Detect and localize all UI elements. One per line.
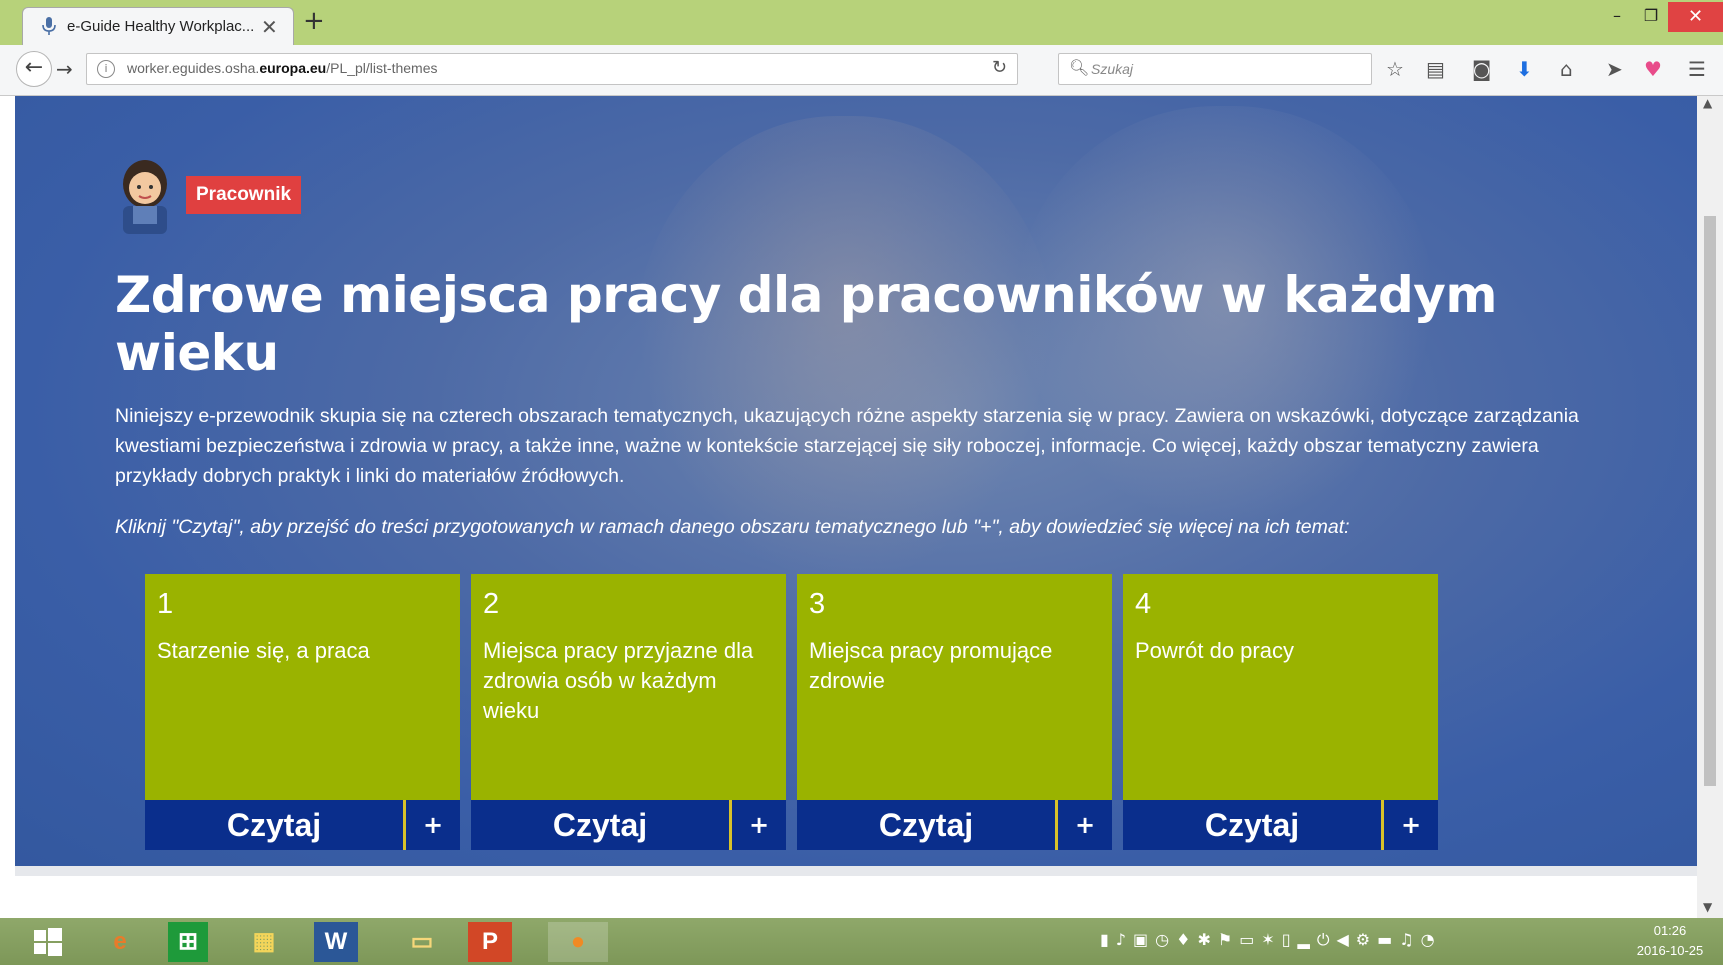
theme-title: Miejsca pracy promujące zdrowie bbox=[809, 638, 1053, 693]
instruction-text: Kliknij "Czytaj", aby przejść do treści … bbox=[115, 516, 1350, 538]
role-badge: Pracownik bbox=[186, 176, 302, 214]
firefox-icon[interactable]: ● bbox=[548, 922, 608, 962]
theme-title: Miejsca pracy przyjazne dla zdrowia osób… bbox=[483, 638, 754, 723]
clock-date: 2016-10-25 bbox=[1636, 943, 1704, 958]
restore-icon[interactable]: ❐ bbox=[1634, 6, 1668, 34]
reload-icon[interactable]: ↻ bbox=[992, 57, 1007, 78]
page-title: Zdrowe miejsca pracy dla pracowników w k… bbox=[115, 266, 1497, 382]
theme-card-3: 3 Miejsca pracy promujące zdrowie Czytaj… bbox=[797, 574, 1112, 850]
search-field[interactable]: 🔍︎ Szukaj bbox=[1058, 53, 1372, 85]
back-arrow-icon[interactable]: ← bbox=[16, 51, 52, 87]
theme-card-body: 3 Miejsca pracy promujące zdrowie bbox=[797, 574, 1112, 800]
theme-card-body: 1 Starzenie się, a praca bbox=[145, 574, 460, 800]
read-button-3[interactable]: Czytaj bbox=[797, 800, 1058, 850]
theme-number: 3 bbox=[809, 588, 826, 620]
send-icon[interactable]: ➤ bbox=[1606, 57, 1623, 81]
forward-arrow-icon[interactable]: → bbox=[56, 57, 73, 81]
menu-icon[interactable]: ☰ bbox=[1688, 57, 1706, 81]
file-explorer-icon[interactable]: ▭ bbox=[392, 922, 452, 962]
minimize-icon[interactable]: – bbox=[1600, 6, 1634, 34]
bookmark-star-icon[interactable]: ☆ bbox=[1386, 57, 1404, 81]
read-button-2[interactable]: Czytaj bbox=[471, 800, 732, 850]
system-tray-icons[interactable]: ▮♪▣◷♦✱⚑▭✶▯▂⏻◀⚙▬♫◔ bbox=[1100, 930, 1442, 950]
home-icon[interactable]: ⌂ bbox=[1560, 57, 1573, 81]
more-info-button-1[interactable]: + bbox=[406, 800, 460, 850]
more-info-button-3[interactable]: + bbox=[1058, 800, 1112, 850]
theme-card-4: 4 Powrót do pracy Czytaj + bbox=[1123, 574, 1438, 850]
download-icon[interactable]: ⬇ bbox=[1516, 57, 1533, 81]
theme-card-2: 2 Miejsca pracy przyjazne dla zdrowia os… bbox=[471, 574, 786, 850]
theme-number: 2 bbox=[483, 588, 500, 620]
read-button-1[interactable]: Czytaj bbox=[145, 800, 406, 850]
page-content: Pracownik Zdrowe miejsca pracy dla praco… bbox=[15, 96, 1697, 876]
theme-title: Starzenie się, a praca bbox=[157, 638, 370, 663]
clock-time: 01:26 bbox=[1653, 923, 1687, 938]
navigation-toolbar: ← → i worker.eguides.osha.europa.eu/PL_p… bbox=[0, 45, 1723, 96]
url-text: worker.eguides.osha.europa.eu/PL_pl/list… bbox=[127, 60, 438, 76]
search-icon: 🔍︎ bbox=[1069, 58, 1090, 77]
intro-paragraph: Niniejszy e-przewodnik skupia się na czt… bbox=[115, 405, 1579, 487]
tab-title: e-Guide Healthy Workplac... bbox=[67, 18, 255, 35]
ie-icon[interactable]: e bbox=[90, 922, 150, 962]
new-tab-icon[interactable]: + bbox=[303, 8, 325, 34]
theme-card-1: 1 Starzenie się, a praca Czytaj + bbox=[145, 574, 460, 850]
theme-title: Powrót do pracy bbox=[1135, 638, 1294, 663]
page-footer-strip bbox=[15, 866, 1697, 876]
page-scrollbar[interactable]: ▲ ▼ bbox=[1697, 96, 1723, 918]
window-close-icon[interactable]: ✕ bbox=[1668, 2, 1723, 32]
store-icon[interactable]: ⊞ bbox=[168, 922, 208, 962]
info-icon[interactable]: i bbox=[97, 60, 115, 78]
more-info-button-4[interactable]: + bbox=[1384, 800, 1438, 850]
scroll-thumb[interactable] bbox=[1704, 216, 1716, 786]
word-icon[interactable]: W bbox=[314, 922, 358, 962]
read-button-4[interactable]: Czytaj bbox=[1123, 800, 1384, 850]
more-info-button-2[interactable]: + bbox=[732, 800, 786, 850]
search-placeholder: Szukaj bbox=[1091, 61, 1134, 77]
theme-number: 1 bbox=[157, 588, 174, 620]
paint-icon[interactable]: ▦ bbox=[234, 922, 294, 962]
browser-tab[interactable]: e-Guide Healthy Workplac... ✕ bbox=[22, 7, 294, 46]
scroll-down-icon[interactable]: ▼ bbox=[1703, 900, 1712, 914]
reading-list-icon[interactable]: ▤ bbox=[1426, 57, 1445, 81]
os-taskbar: e ⊞ ▦ W ▭ P ● ▮♪▣◷♦✱⚑▭✶▯▂⏻◀⚙▬♫◔ 01:26 20… bbox=[0, 918, 1723, 965]
microphone-icon bbox=[42, 17, 56, 35]
theme-number: 4 bbox=[1135, 588, 1152, 620]
tab-close-icon[interactable]: ✕ bbox=[261, 15, 278, 39]
tab-bar: e-Guide Healthy Workplac... ✕ + – ❐ ✕ bbox=[0, 0, 1723, 46]
theme-card-body: 4 Powrót do pracy bbox=[1123, 574, 1438, 800]
clock[interactable]: 01:26 2016-10-25 bbox=[1620, 921, 1720, 961]
theme-card-body: 2 Miejsca pracy przyjazne dla zdrowia os… bbox=[471, 574, 786, 800]
url-bar[interactable]: i worker.eguides.osha.europa.eu/PL_pl/li… bbox=[86, 53, 1018, 85]
powerpoint-icon[interactable]: P bbox=[468, 922, 512, 962]
worker-avatar-icon bbox=[123, 160, 167, 234]
windows-start-icon[interactable] bbox=[18, 922, 78, 962]
scroll-up-icon[interactable]: ▲ bbox=[1703, 96, 1712, 110]
heart-icon[interactable]: ♥ bbox=[1644, 57, 1662, 81]
pocket-icon[interactable]: ◙ bbox=[1472, 57, 1491, 81]
